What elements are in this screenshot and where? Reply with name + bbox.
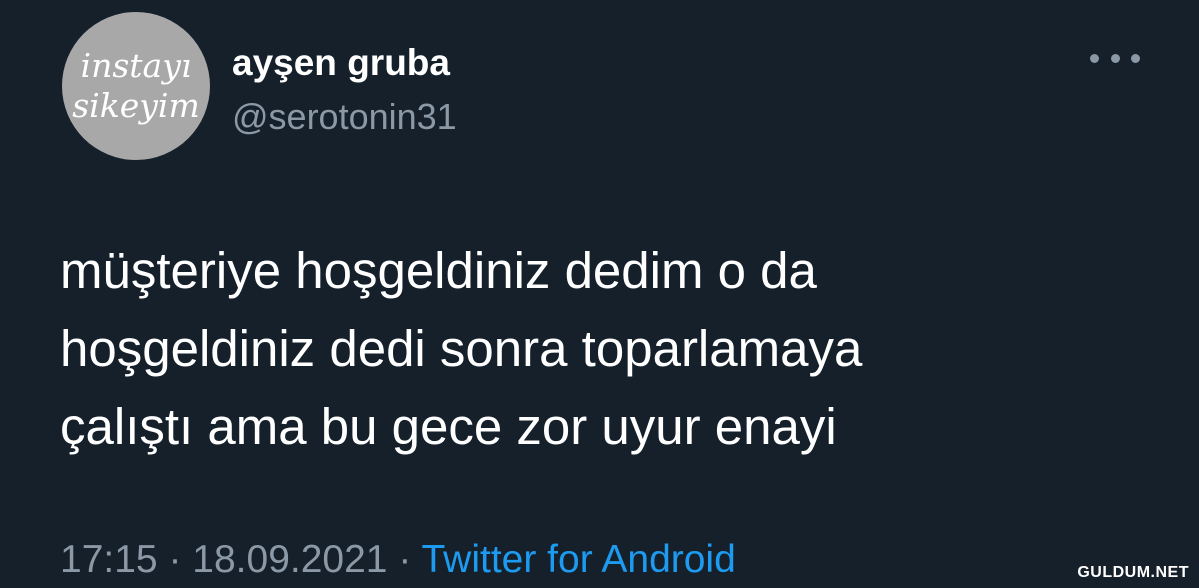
avatar[interactable]: instayı sikeyim [62, 12, 210, 160]
tweet-metadata: 17:15 · 18.09.2021 · Twitter for Android [60, 538, 736, 582]
more-horizontal-icon [1090, 53, 1099, 63]
tweet-date[interactable]: 18.09.2021 [192, 538, 387, 581]
tweet-card: instayı sikeyim ayşen gruba @serotonin31… [0, 0, 1199, 588]
tweet-text: müşteriye hoşgeldiniz dedim o da hoşgeld… [60, 232, 1120, 466]
meta-separator: · [168, 538, 182, 581]
avatar-text-line-1: instayı [80, 46, 192, 85]
avatar-text-line-2: sikeyim [72, 86, 200, 125]
tweet-text-line: hoşgeldiniz dedi sonra toparlamaya [60, 320, 863, 377]
display-name[interactable]: ayşen gruba [232, 42, 450, 84]
tweet-time[interactable]: 17:15 [60, 538, 158, 581]
tweet-text-line: müşteriye hoşgeldiniz dedim o da [60, 242, 817, 299]
meta-separator: · [398, 538, 412, 581]
more-options-button[interactable] [1090, 46, 1140, 70]
watermark: GULDUM.NET [1077, 564, 1189, 581]
more-horizontal-icon [1131, 53, 1140, 63]
user-handle[interactable]: @serotonin31 [232, 96, 457, 138]
more-horizontal-icon [1110, 53, 1120, 63]
tweet-source-link[interactable]: Twitter for Android [421, 538, 735, 581]
tweet-text-line: çalıştı ama bu gece zor uyur enayi [60, 398, 837, 455]
